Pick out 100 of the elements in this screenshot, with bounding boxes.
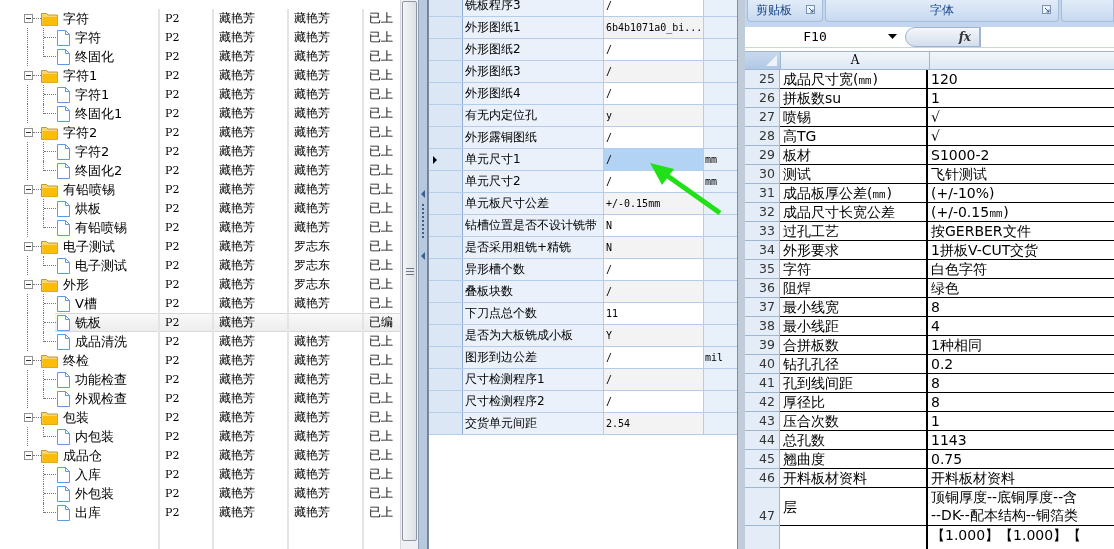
select-all-button[interactable] [745,52,781,69]
table-cell[interactable]: / [604,369,704,390]
row-header[interactable] [429,105,463,126]
tree-row[interactable]: 字符1 P2 藏艳芳 藏艳芳 已上 [0,66,400,85]
row-header[interactable]: 42 [745,393,780,412]
row-header[interactable] [429,413,463,434]
row-header[interactable] [429,347,463,368]
tree-row[interactable]: 终检 P2 藏艳芳 藏艳芳 已上 [0,351,400,370]
row-header[interactable]: 41 [745,374,780,393]
row-header[interactable]: 36 [745,279,780,298]
row-header[interactable] [429,149,463,170]
row-header[interactable] [429,127,463,148]
row-header[interactable]: 45 [745,450,780,469]
tree-row[interactable]: 字符1 P2 藏艳芳 藏艳芳 已上 [0,85,400,104]
function-button[interactable]: fx [905,27,980,47]
row-header[interactable]: 39 [745,336,780,355]
tree-row[interactable]: 功能检查 P2 藏艳芳 藏艳芳 已上 [0,370,400,389]
table-cell[interactable]: / [604,281,704,302]
row-header[interactable]: 44 [745,431,780,450]
row-header[interactable]: 30 [745,165,780,184]
row-header[interactable] [429,17,463,38]
tree-row[interactable]: 烘板 P2 藏艳芳 藏艳芳 已上 [0,199,400,218]
row-header[interactable]: 47 [745,488,780,526]
row-header[interactable] [429,281,463,302]
row-header[interactable] [429,259,463,280]
tree-row[interactable]: 终固化2 P2 藏艳芳 藏艳芳 已上 [0,161,400,180]
row-header[interactable]: 40 [745,355,780,374]
table-cell[interactable]: / [604,259,704,280]
row-header[interactable] [429,369,463,390]
table-cell[interactable]: y [604,105,704,126]
table-cell[interactable]: 11 [604,303,704,324]
row-header[interactable]: 26 [745,89,780,108]
table-cell[interactable]: +/-0.15mm [604,193,704,214]
row-header[interactable]: 35 [745,260,780,279]
row-header[interactable]: 34 [745,241,780,260]
collapse-icon[interactable] [24,356,33,365]
tree-row[interactable]: 成品仓 P2 藏艳芳 藏艳芳 已上 [0,446,400,465]
table-cell[interactable]: / [604,83,704,104]
table-cell[interactable]: / [604,149,704,170]
table-cell[interactable]: Y [604,325,704,346]
tree-row[interactable]: 字符 P2 藏艳芳 藏艳芳 已上 [0,9,400,28]
tree-row[interactable]: 字符 P2 藏艳芳 藏艳芳 已上 [0,28,400,47]
scrollbar-thumb[interactable] [402,1,417,541]
tree-row[interactable]: 内包装 P2 藏艳芳 藏艳芳 已上 [0,427,400,446]
tree-row[interactable]: 字符2 P2 藏艳芳 藏艳芳 已上 [0,123,400,142]
tree-row[interactable]: 成品清洗 P2 藏艳芳 藏艳芳 已上 [0,332,400,351]
row-header[interactable]: 46 [745,469,780,488]
tree-row[interactable]: 外形 P2 藏艳芳 罗志东 已上 [0,275,400,294]
row-header[interactable]: 27 [745,108,780,127]
table-cell[interactable]: / [604,0,704,16]
row-header[interactable] [429,0,463,16]
table-cell[interactable]: / [604,391,704,412]
row-header[interactable]: 28 [745,127,780,146]
row-header[interactable] [429,237,463,258]
row-header[interactable] [429,391,463,412]
table-cell[interactable]: / [604,61,704,82]
tree-row[interactable]: 电子测试 P2 藏艳芳 罗志东 已上 [0,237,400,256]
tree-row[interactable]: 外包装 P2 藏艳芳 藏艳芳 已上 [0,484,400,503]
row-header[interactable] [429,61,463,82]
collapse-icon[interactable] [24,280,33,289]
row-header[interactable]: 38 [745,317,780,336]
row-header[interactable]: 37 [745,298,780,317]
row-header[interactable]: 43 [745,412,780,431]
collapse-icon[interactable] [24,128,33,137]
row-header[interactable] [429,171,463,192]
splitter-bar[interactable] [418,0,428,549]
row-header[interactable] [429,303,463,324]
tree-row[interactable]: 字符2 P2 藏艳芳 藏艳芳 已上 [0,142,400,161]
table-cell[interactable]: 2.54 [604,413,704,434]
tree-row[interactable]: 电子测试 P2 藏艳芳 罗志东 已上 [0,256,400,275]
collapse-icon[interactable] [24,242,33,251]
collapse-icon[interactable] [24,14,33,23]
collapse-icon[interactable] [24,413,33,422]
table-cell[interactable]: / [604,127,704,148]
row-header[interactable]: 33 [745,222,780,241]
tree-row[interactable]: 出库 P2 藏艳芳 藏艳芳 已上 [0,503,400,522]
tree-row[interactable]: 外观检查 P2 藏艳芳 藏艳芳 已上 [0,389,400,408]
dialog-launcher-icon[interactable] [806,5,815,14]
table-cell[interactable]: 6b4b1071a0_bi... [604,17,704,38]
table-cell[interactable]: N [604,237,704,258]
dialog-launcher-icon[interactable] [1042,5,1051,14]
collapse-icon[interactable] [24,71,33,80]
row-header[interactable]: 31 [745,184,780,203]
row-header[interactable] [429,39,463,60]
row-header[interactable]: 32 [745,203,780,222]
row-header[interactable] [429,215,463,236]
table-cell[interactable]: / [604,39,704,60]
row-header[interactable] [429,193,463,214]
tree-row[interactable]: 包装 P2 藏艳芳 藏艳芳 已上 [0,408,400,427]
table-cell[interactable]: N [604,215,704,236]
tree-row[interactable]: 终固化1 P2 藏艳芳 藏艳芳 已上 [0,104,400,123]
collapse-icon[interactable] [24,451,33,460]
tree-row[interactable]: 终固化 P2 藏艳芳 藏艳芳 已上 [0,47,400,66]
table-cell[interactable]: / [604,347,704,368]
row-header[interactable] [745,526,780,549]
tree-row[interactable]: 有铅喷锡 P2 藏艳芳 藏艳芳 已上 [0,180,400,199]
row-header[interactable]: 29 [745,146,780,165]
row-header[interactable] [429,325,463,346]
tree-row[interactable]: 有铅喷锡 P2 藏艳芳 藏艳芳 已上 [0,218,400,237]
collapse-icon[interactable] [24,185,33,194]
